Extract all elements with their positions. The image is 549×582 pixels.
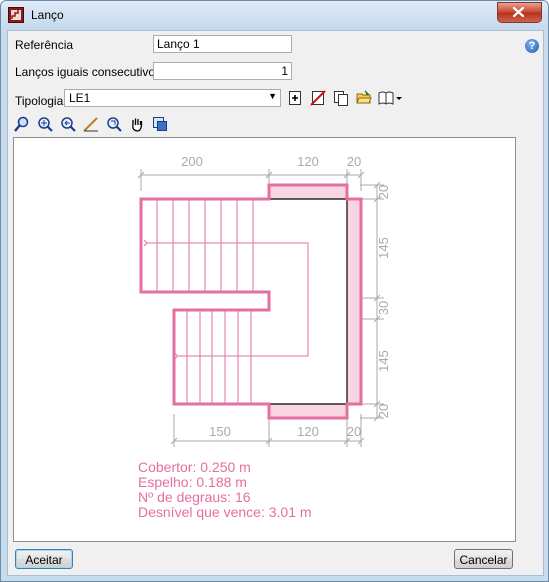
stair-info: Cobertor: 0.250 m Espelho: 0.188 m Nº de…: [138, 459, 312, 520]
lancos-input[interactable]: 1: [153, 62, 292, 80]
flight-lower: [172, 310, 252, 404]
open-folder-icon: [356, 90, 372, 104]
open-button[interactable]: [356, 90, 374, 108]
delete-icon: [310, 90, 326, 106]
app-icon: [8, 7, 24, 23]
library-button[interactable]: [378, 90, 404, 108]
referencia-label: Referência: [15, 38, 74, 52]
info-espelho: Espelho: 0.188 m: [138, 474, 247, 490]
help-icon[interactable]: ?: [525, 39, 539, 53]
window-title: Lanço: [31, 8, 64, 22]
copy-button[interactable]: [333, 90, 351, 108]
close-icon: [513, 7, 524, 17]
view-3d-button[interactable]: [152, 116, 170, 134]
library-icon: [378, 91, 402, 105]
top-dim-3: 20: [347, 154, 361, 169]
right-dim-2: 145: [376, 237, 391, 259]
pan-button[interactable]: [129, 116, 147, 134]
tipologia-value: LE1: [69, 91, 91, 105]
right-dim-3: 30: [376, 301, 391, 315]
right-dim-5: 20: [376, 404, 391, 418]
zoom-previous-button[interactable]: [60, 116, 78, 134]
delete-button[interactable]: [310, 90, 328, 108]
zoom-window-icon: [14, 116, 29, 132]
cancel-button[interactable]: Cancelar: [454, 549, 513, 569]
pan-icon: [132, 118, 143, 132]
new-button[interactable]: [287, 90, 305, 108]
zoom-realtime-icon: [107, 117, 122, 132]
bottom-dim-3: 20: [347, 424, 361, 439]
tipologia-select[interactable]: LE1 ▼: [64, 89, 281, 107]
measure-button[interactable]: [83, 116, 101, 134]
zoom-extents-button[interactable]: [37, 116, 55, 134]
zoom-previous-icon: [61, 117, 76, 132]
referencia-input[interactable]: Lanço 1: [153, 35, 292, 53]
right-dimension-labels: 20 145 30 145 20: [376, 185, 391, 418]
info-cobertor: Cobertor: 0.250 m: [138, 459, 251, 475]
lancos-label: Lanços iguais consecutivos: [15, 65, 162, 79]
title-bar[interactable]: Lanço: [1, 1, 548, 29]
accept-button[interactable]: Aceitar: [15, 549, 73, 569]
bottom-dim-2: 120: [297, 424, 319, 439]
new-icon: [289, 91, 301, 105]
zoom-window-button[interactable]: [14, 116, 32, 134]
bottom-dim-1: 150: [209, 424, 231, 439]
top-dim-1: 200: [181, 154, 203, 169]
view-3d-icon: [153, 117, 167, 131]
right-dim-4: 145: [376, 350, 391, 372]
right-dim-1: 20: [376, 185, 391, 199]
top-dimension-labels: 200 120 20: [181, 154, 361, 169]
copy-icon: [334, 91, 348, 106]
stair-plan-drawing: 200 120 20 150 120 20 20 145 30 145 20 C…: [137, 154, 391, 520]
measure-icon: [83, 117, 98, 132]
dialog-body: Referência Lanço 1 ? Lanços iguais conse…: [7, 30, 544, 576]
landing: [269, 185, 361, 418]
tipologia-label: Tipologia: [15, 94, 64, 108]
info-degraus: Nº de degraus: 16: [138, 489, 251, 505]
bottom-dimension-labels: 150 120 20: [209, 424, 361, 439]
zoom-extents-icon: [38, 117, 53, 132]
chevron-down-icon: ▼: [268, 91, 277, 101]
close-button[interactable]: [497, 2, 542, 23]
dialog-window: Lanço Referência Lanço 1 ? Lanços iguais…: [0, 0, 549, 582]
zoom-realtime-button[interactable]: [106, 116, 124, 134]
stair-drawing-area[interactable]: 200 120 20 150 120 20 20 145 30 145 20 C…: [13, 137, 516, 542]
top-dim-2: 120: [297, 154, 319, 169]
info-desnivel: Desnível que vence: 3.01 m: [138, 504, 312, 520]
